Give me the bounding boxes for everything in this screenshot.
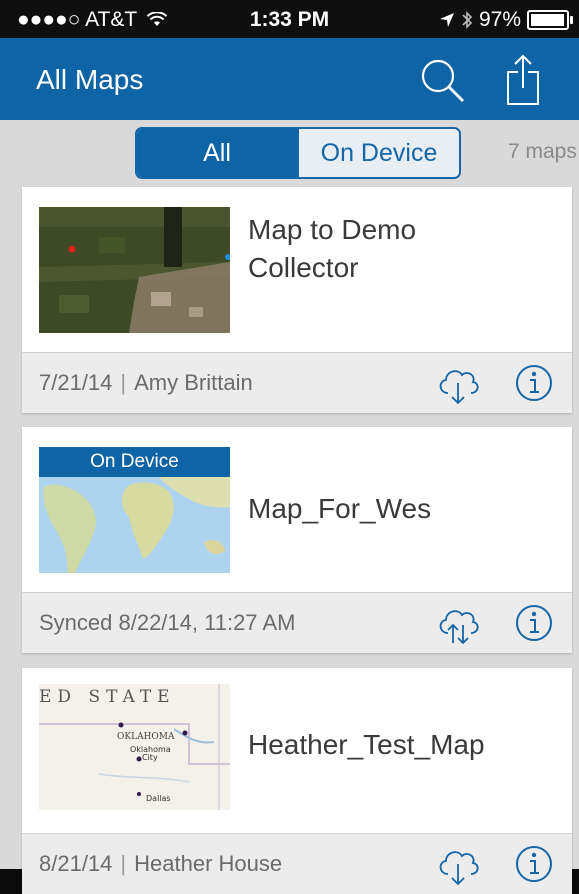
info-button[interactable] [514, 603, 554, 643]
map-label: OKLAHOMA [117, 732, 175, 742]
sync-button[interactable] [434, 599, 482, 647]
search-icon [421, 59, 464, 102]
download-button[interactable] [434, 359, 482, 407]
status-right: 97% [439, 8, 573, 32]
map-count: 7 maps [508, 140, 577, 163]
search-button[interactable] [414, 52, 470, 108]
filter-segmented-control: All On Device [135, 127, 461, 179]
map-label: Dallas [146, 794, 171, 803]
map-label: ED STATE [39, 687, 176, 707]
status-bar: ●●●●○ AT&T 1:33 PM 97% [0, 0, 579, 38]
maps-list-view: All On Device 7 maps Map to Demo Collect… [0, 120, 579, 894]
download-button[interactable] [434, 840, 482, 888]
map-card-body[interactable]: On Device Map_For_Wes [22, 427, 572, 592]
map-card[interactable]: ED STATE OKLAHOMA Oklahoma City Dallas H… [22, 668, 572, 894]
cloud-sync-icon [439, 610, 479, 645]
map-meta: 7/21/14 | Amy Brittain [39, 370, 253, 396]
battery-icon [527, 10, 573, 30]
map-title: Map to Demo Collector [248, 211, 416, 287]
map-title: Map_For_Wes [248, 490, 431, 528]
map-card-footer: Synced 8/22/14, 11:27 AM [22, 592, 572, 653]
map-meta: Synced 8/22/14, 11:27 AM [39, 610, 295, 636]
on-device-badge: On Device [39, 447, 230, 477]
bluetooth-icon [462, 11, 473, 29]
cloud-download-icon [439, 370, 479, 405]
meta-separator: | [120, 851, 127, 876]
map-meta: 8/21/14 | Heather House [39, 851, 282, 877]
filter-on-device[interactable]: On Device [297, 129, 459, 177]
map-title-line: Map to Demo [248, 214, 417, 245]
map-card-body[interactable]: ED STATE OKLAHOMA Oklahoma City Dallas H… [22, 668, 572, 833]
battery-percent: 97% [478, 8, 521, 31]
share-icon [507, 54, 539, 105]
map-owner: Amy Brittain [134, 370, 253, 395]
map-card-footer: 8/21/14 | Heather House [22, 833, 572, 894]
map-thumbnail [39, 207, 230, 333]
map-thumbnail: ED STATE OKLAHOMA Oklahoma City Dallas [39, 684, 230, 810]
map-title-line: Collector [248, 252, 359, 283]
map-card-body[interactable]: Map to Demo Collector [22, 187, 572, 352]
battery-fill [531, 14, 564, 26]
info-button[interactable] [514, 363, 554, 403]
page-title: All Maps [36, 64, 144, 95]
map-title-line: Map_For_Wes [248, 493, 432, 524]
map-date: 7/21/14 [39, 370, 113, 395]
meta-separator: | [120, 370, 127, 395]
map-title: Heather_Test_Map [248, 726, 485, 764]
location-arrow-icon [439, 13, 454, 27]
map-owner: Heather House [134, 851, 283, 876]
sync-status: Synced 8/22/14, 11:27 AM [39, 610, 296, 635]
cloud-download-icon [439, 851, 479, 886]
map-thumbnail: On Device [39, 447, 230, 573]
info-button[interactable] [514, 844, 554, 884]
info-icon [516, 846, 552, 882]
nav-bar: All Maps [0, 38, 579, 120]
map-title-line: Heather_Test_Map [248, 729, 485, 760]
filter-all[interactable]: All [137, 129, 297, 177]
share-button[interactable] [498, 52, 554, 108]
info-icon [516, 365, 552, 401]
map-card-footer: 7/21/14 | Amy Brittain [22, 352, 572, 413]
info-icon [516, 605, 552, 641]
map-date: 8/21/14 [39, 851, 113, 876]
map-card[interactable]: Map to Demo Collector 7/21/14 | Amy Britta… [22, 187, 572, 413]
map-label: City [142, 753, 158, 762]
map-card[interactable]: On Device Map_For_Wes Synced 8/22/14, 11… [22, 427, 572, 653]
